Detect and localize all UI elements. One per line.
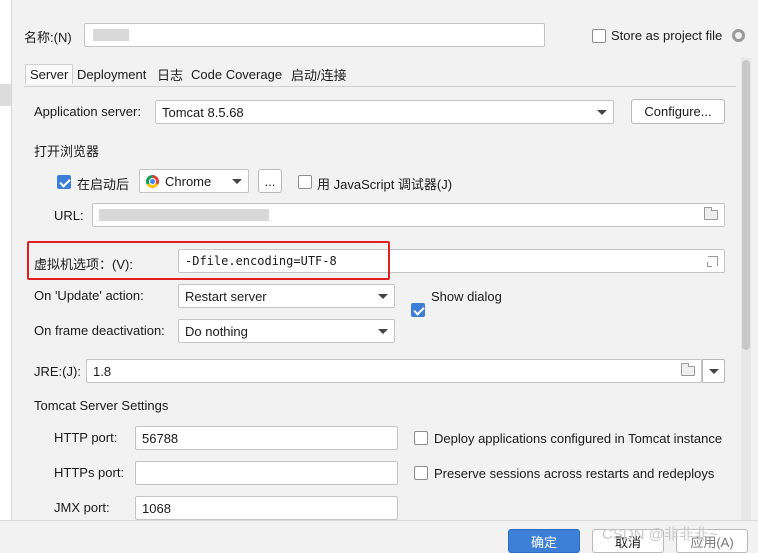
https-port-label: HTTPs port:: [54, 465, 125, 480]
folder-icon[interactable]: [681, 363, 695, 376]
js-debugger-label: 用 JavaScript 调试器(J): [317, 177, 453, 192]
http-port-value: 56788: [142, 430, 179, 446]
after-launch-checkbox[interactable]: [57, 175, 71, 189]
app-server-value: Tomcat 8.5.68: [162, 104, 244, 120]
tab-server[interactable]: Server: [25, 64, 74, 84]
preserve-sessions-label: Preserve sessions across restarts and re…: [434, 466, 715, 481]
vm-options-label: 虚拟机选项：(V):: [34, 257, 133, 272]
chrome-icon: [146, 174, 159, 188]
js-debugger-checkbox[interactable]: [298, 175, 312, 189]
vertical-scrollbar[interactable]: [741, 58, 751, 520]
vm-options-value: -Dfile.encoding=UTF-8: [185, 254, 337, 268]
deploy-apps-checkbox[interactable]: [414, 431, 428, 445]
tab-deployment[interactable]: Deployment: [77, 64, 146, 84]
on-frame-value: Do nothing: [185, 323, 248, 339]
jre-input[interactable]: 1.8: [86, 359, 702, 383]
preserve-sessions-checkbox[interactable]: [414, 466, 428, 480]
tomcat-settings-label: Tomcat Server Settings: [34, 398, 169, 413]
app-server-label: Application server:: [34, 104, 141, 119]
after-launch-label: 在启动后: [77, 177, 130, 192]
browser-more-button[interactable]: ...: [258, 169, 282, 193]
folder-icon[interactable]: [704, 207, 718, 220]
scrollbar-thumb[interactable]: [742, 60, 750, 350]
chevron-down-icon: [708, 368, 719, 374]
redacted-url: [99, 209, 269, 221]
jre-label: JRE:(J):: [34, 364, 81, 379]
store-project-label: Store as project file: [611, 28, 723, 43]
on-update-select[interactable]: Restart server: [178, 284, 395, 308]
watermark: CSDN @非非非~: [602, 526, 718, 543]
expand-icon[interactable]: [707, 256, 718, 267]
jmx-port-label: JMX port:: [54, 500, 110, 515]
tab-code-coverage[interactable]: Code Coverage: [191, 64, 282, 84]
http-port-input[interactable]: 56788: [135, 426, 398, 450]
ok-button[interactable]: 确定: [508, 529, 580, 553]
http-port-label: HTTP port:: [54, 430, 118, 445]
url-label: URL:: [54, 208, 84, 223]
store-project-checkbox[interactable]: [592, 29, 606, 43]
redacted-name: [93, 29, 129, 41]
jmx-port-input[interactable]: 1068: [135, 496, 398, 520]
tab-startup-connection[interactable]: 启动/连接: [291, 64, 347, 84]
left-tree-panel: [0, 0, 12, 551]
on-frame-select[interactable]: Do nothing: [178, 319, 395, 343]
on-update-value: Restart server: [185, 288, 267, 304]
browser-select[interactable]: Chrome: [139, 169, 249, 193]
deploy-apps-label: Deploy applications configured in Tomcat…: [434, 431, 723, 446]
chevron-down-icon: [597, 109, 607, 115]
vm-options-input[interactable]: -Dfile.encoding=UTF-8: [178, 249, 725, 273]
chevron-down-icon: [232, 178, 242, 184]
name-label: 名称:(N): [24, 30, 72, 45]
tab-logs[interactable]: 日志: [157, 64, 183, 84]
on-update-label: On 'Update' action:: [34, 288, 144, 303]
show-dialog-checkbox[interactable]: [411, 303, 425, 317]
jre-value: 1.8: [93, 363, 112, 379]
browser-value: Chrome: [165, 173, 212, 189]
jre-dropdown-button[interactable]: [702, 359, 725, 383]
chevron-down-icon: [378, 293, 388, 299]
configure-button[interactable]: Configure...: [631, 99, 725, 124]
jmx-port-value: 1068: [142, 500, 171, 516]
name-input[interactable]: [84, 23, 545, 47]
gear-icon[interactable]: [732, 29, 745, 42]
chevron-down-icon: [378, 328, 388, 334]
app-server-select[interactable]: Tomcat 8.5.68: [155, 100, 614, 124]
https-port-input[interactable]: [135, 461, 398, 485]
on-frame-label: On frame deactivation:: [34, 323, 165, 338]
left-tree-selection: [0, 84, 11, 106]
url-input[interactable]: [92, 203, 725, 227]
open-browser-section-label: 打开浏览器: [34, 144, 100, 159]
show-dialog-label: Show dialog: [431, 289, 502, 304]
